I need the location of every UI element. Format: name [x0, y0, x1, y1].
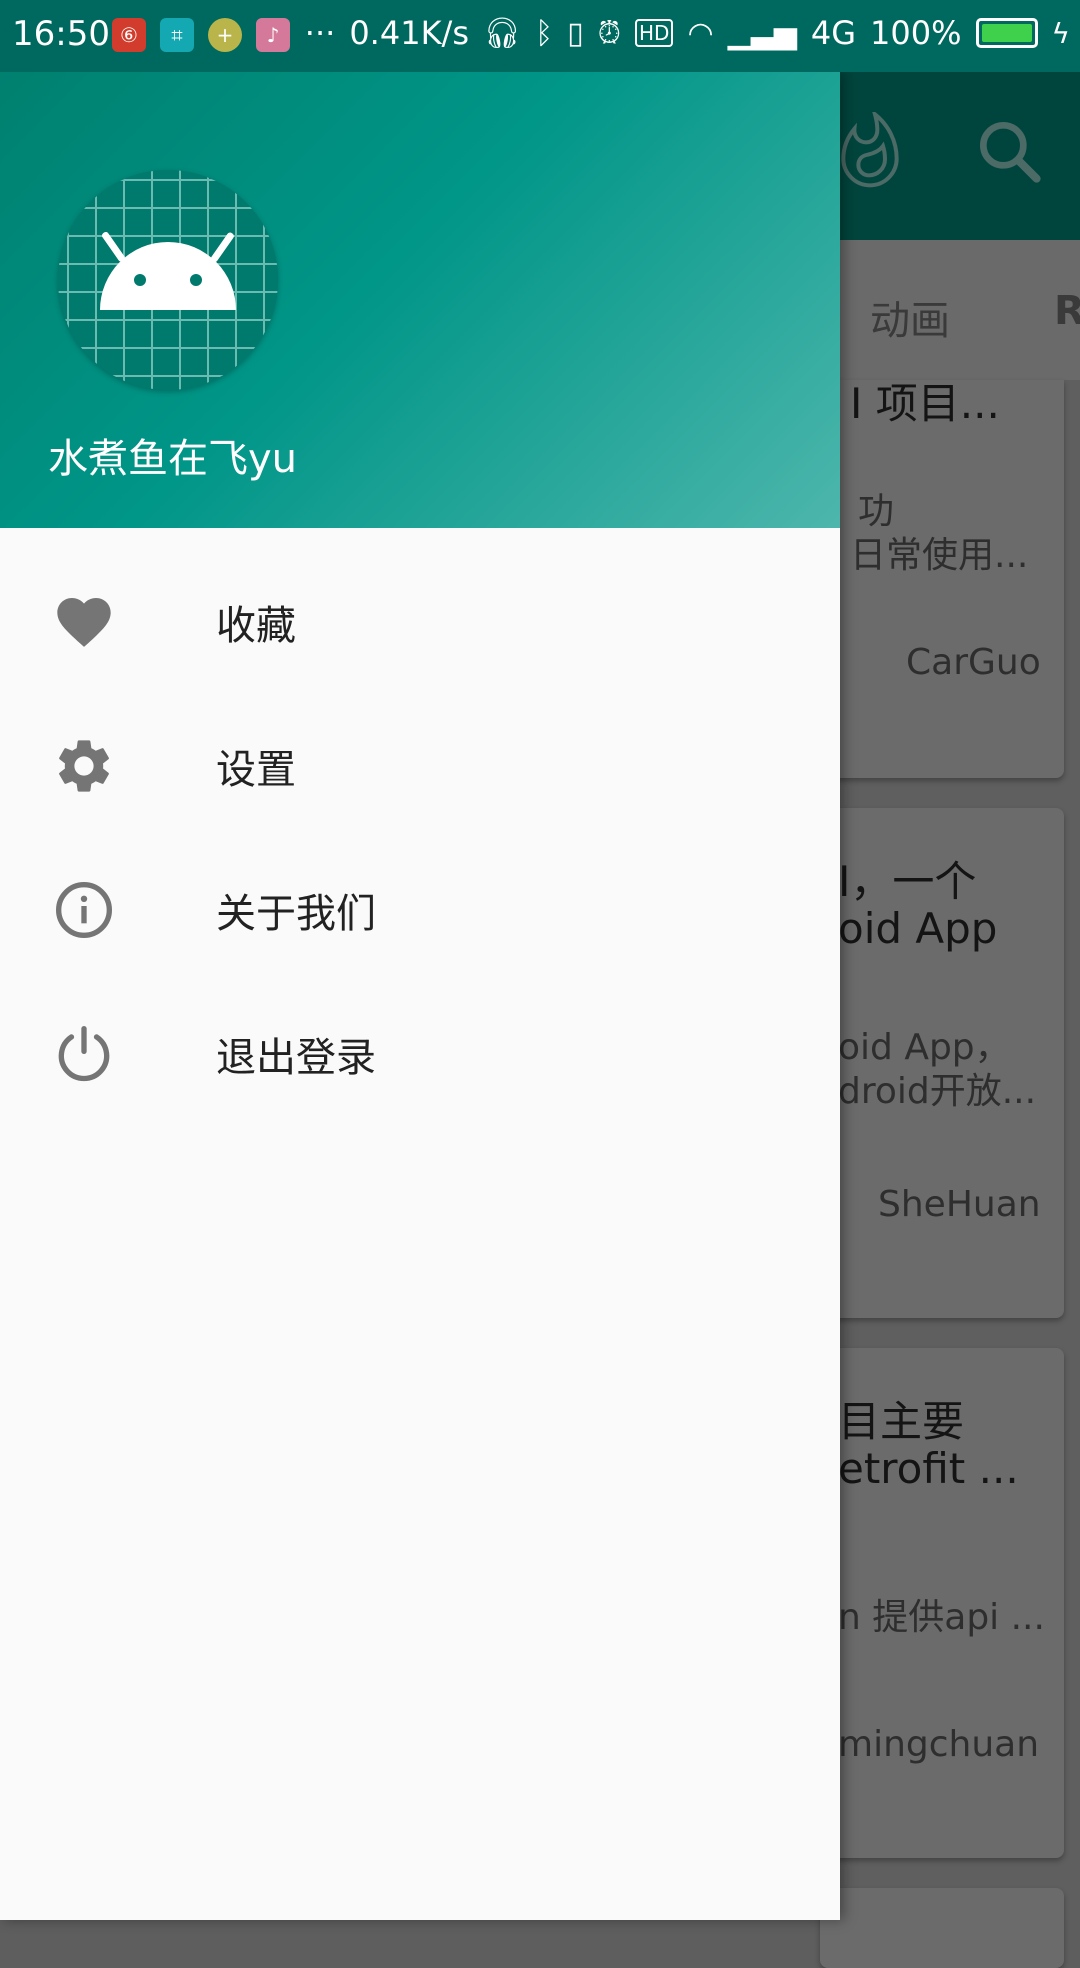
signal-icon: ▁▃▅: [727, 15, 797, 51]
add-app-icon: +: [208, 18, 242, 52]
fire-icon[interactable]: [830, 112, 910, 192]
battery-icon: [975, 18, 1038, 48]
card-title-line: I，一个: [838, 857, 977, 906]
wifi-icon: ◠: [687, 15, 714, 51]
card-title-line: oid App: [838, 904, 998, 953]
hd-icon: HD: [635, 19, 674, 47]
menu-label: 关于我们: [216, 891, 376, 937]
gear-icon: [52, 734, 116, 798]
card-desc-line: droid开放...: [838, 1071, 1037, 1112]
search-icon[interactable]: [970, 112, 1050, 192]
card-author: CarGuo: [906, 642, 1041, 683]
card-title: I 项目...: [850, 380, 1000, 428]
avatar[interactable]: [58, 170, 278, 390]
username: 水煮鱼在飞yu: [48, 436, 298, 482]
power-icon: [52, 1022, 116, 1086]
menu-label: 收藏: [216, 603, 296, 649]
more-dots-icon: ···: [304, 14, 336, 52]
headphones-icon: 🎧︎: [483, 15, 522, 51]
vibrate-icon: ▯: [567, 15, 584, 51]
info-icon: [52, 878, 116, 942]
card-title-line: etrofit ...: [838, 1444, 1019, 1493]
android-avatar-icon: [58, 170, 278, 390]
notification-icons: ⑥ ⌗ + ♪: [112, 18, 290, 52]
charging-icon: ϟ: [1051, 16, 1070, 50]
tab-r[interactable]: R: [1054, 288, 1080, 334]
card-desc-line: n 提供api ...: [838, 1597, 1045, 1638]
menu-item-favorites[interactable]: 收藏: [0, 550, 840, 694]
menu-item-settings[interactable]: 设置: [0, 694, 840, 838]
drawer-menu: 收藏 设置 关于我们 退出登录: [0, 550, 840, 1126]
card-desc-line: 日常使用...: [850, 535, 1029, 576]
menu-item-about[interactable]: 关于我们: [0, 838, 840, 982]
status-bar: 16:50 ⑥ ⌗ + ♪ ··· 0.41K/s 🎧︎ ᛒ ▯ ⏰︎ HD ◠…: [0, 0, 1080, 72]
article-card[interactable]: I，一个 oid App oid App， droid开放... SheHuan: [820, 808, 1064, 1318]
article-card[interactable]: 目主要 etrofit ... n 提供api ... mingchuan: [820, 1348, 1064, 1858]
status-time: 16:50: [12, 14, 110, 54]
navigation-drawer: 水煮鱼在飞yu 收藏 设置 关于我们 退出登录: [0, 72, 840, 1920]
menu-label: 退出登录: [216, 1035, 376, 1081]
article-card[interactable]: I 项目... 功 日常使用... CarGuo: [820, 380, 1064, 778]
drawer-header: 水煮鱼在飞yu: [0, 72, 840, 528]
net-speed: 0.41K/s: [349, 14, 469, 52]
weibo-app-icon: ⑥: [112, 18, 146, 52]
heart-icon: [52, 590, 116, 654]
card-author: SheHuan: [878, 1184, 1041, 1225]
bluetooth-icon: ᛒ: [535, 15, 554, 51]
battery-percent: 100%: [870, 14, 962, 52]
network-type: 4G: [810, 14, 857, 52]
article-card[interactable]: [820, 1888, 1064, 1968]
scan-app-icon: ⌗: [160, 18, 194, 52]
tab-animation[interactable]: 动画: [870, 288, 950, 346]
status-right: ··· 0.41K/s 🎧︎ ᛒ ▯ ⏰︎ HD ◠ ▁▃▅ 4G 100% ϟ: [305, 14, 1070, 52]
menu-label: 设置: [216, 747, 296, 793]
menu-item-logout[interactable]: 退出登录: [0, 982, 840, 1126]
pink-app-icon: ♪: [256, 18, 290, 52]
alarm-icon: ⏰︎: [597, 15, 622, 51]
card-author: mingchuan: [838, 1724, 1040, 1765]
card-title-line: 目主要: [838, 1397, 965, 1446]
